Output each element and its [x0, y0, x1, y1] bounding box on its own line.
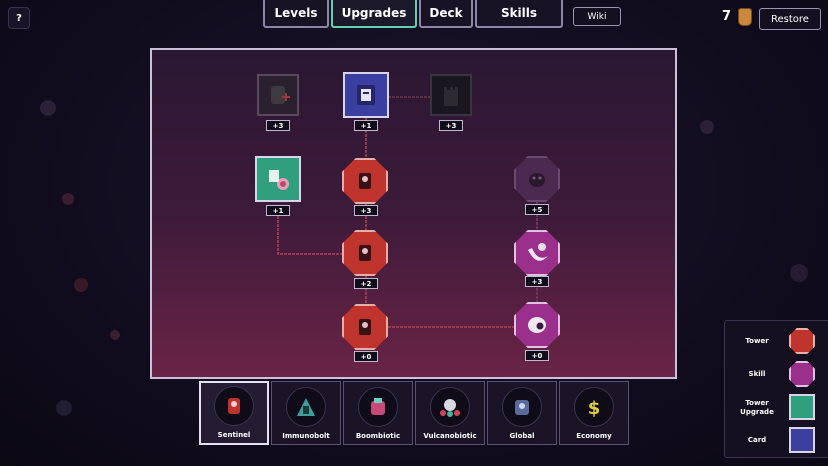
tab-deck[interactable]: Deck [419, 0, 473, 28]
potion-icon [738, 8, 752, 26]
cost-badge: +5 [525, 204, 549, 215]
immunobolt-icon [286, 387, 326, 427]
tab-skills[interactable]: Skills [475, 0, 563, 28]
bg-particle [700, 120, 714, 134]
category-tab-global[interactable]: Global [487, 381, 557, 445]
tree-node-purple-2[interactable] [514, 302, 560, 348]
dollar-icon: $ [574, 387, 614, 427]
cost-badge: +3 [525, 276, 549, 287]
category-label: Economy [576, 432, 612, 440]
boombiotic-icon [358, 387, 398, 427]
legend-label: Skill [748, 370, 766, 378]
tower-upgrade-swatch [789, 394, 815, 420]
tower-icon [342, 158, 388, 204]
cost-badge: +3 [266, 120, 290, 131]
tree-node-red-1[interactable] [342, 158, 388, 204]
category-label: Boombiotic [355, 432, 401, 440]
category-label: Vulcanobiotic [423, 432, 477, 440]
bg-particle [790, 264, 808, 282]
tree-node-red-3[interactable] [342, 304, 388, 350]
vulcanobiotic-icon [430, 387, 470, 427]
castle-icon [430, 74, 472, 116]
wiki-button[interactable]: Wiki [573, 7, 621, 26]
card-swatch [789, 427, 815, 453]
category-tab-economy[interactable]: $ Economy [559, 381, 629, 445]
book-icon [343, 72, 389, 118]
cost-badge: +0 [525, 350, 549, 361]
cost-badge: +3 [439, 120, 463, 131]
legend-row-skill: Skill [725, 358, 828, 390]
tower-icon [342, 304, 388, 350]
skill-swatch [789, 361, 815, 387]
top-tab-bar: Levels Upgrades Deck Skills [263, 0, 565, 28]
tree-node-purple-locked[interactable] [514, 156, 560, 202]
tree-node-book[interactable] [343, 72, 389, 118]
category-label: Immunobolt [282, 432, 330, 440]
bg-particle [40, 100, 56, 116]
beast-icon [514, 156, 560, 202]
cost-badge: +3 [354, 205, 378, 216]
category-tab-boombiotic[interactable]: Boombiotic [343, 381, 413, 445]
legend-row-tower: Tower [725, 325, 828, 357]
tree-node-green[interactable] [255, 156, 301, 202]
bg-particle [56, 400, 72, 416]
ghost-icon [514, 302, 560, 348]
tab-upgrades[interactable]: Upgrades [331, 0, 417, 28]
category-label: Sentinel [217, 431, 251, 439]
restore-button[interactable]: Restore [759, 8, 821, 30]
category-tab-vulcanobiotic[interactable]: Vulcanobiotic [415, 381, 485, 445]
svg-text:$: $ [588, 398, 601, 419]
tree-node-heal[interactable] [257, 74, 299, 116]
tree-node-dark-castle[interactable] [430, 74, 472, 116]
crescent-icon [514, 230, 560, 276]
legend-label: Card [747, 436, 767, 444]
cost-badge: +2 [354, 278, 378, 289]
bg-particle [62, 193, 74, 205]
global-icon [502, 387, 542, 427]
category-tab-bar: Sentinel Immunobolt Boombiotic Vulcanobi… [199, 381, 631, 445]
tower-swatch [789, 328, 815, 354]
bg-particle [74, 278, 88, 292]
legend-label: Tower [745, 337, 769, 345]
node-type-legend: Tower Skill Tower Upgrade Card [724, 320, 828, 458]
sentinel-icon [214, 386, 254, 426]
heal-tower-icon [257, 74, 299, 116]
help-button[interactable]: ? [8, 7, 30, 29]
tree-connectors [277, 96, 538, 328]
legend-label: Tower Upgrade [740, 399, 774, 416]
cost-badge: +1 [354, 120, 378, 131]
bg-particle [110, 330, 120, 340]
cost-badge: +0 [354, 351, 378, 362]
tab-levels[interactable]: Levels [263, 0, 329, 28]
tree-node-red-2[interactable] [342, 230, 388, 276]
legend-row-card: Card [725, 424, 828, 456]
tree-node-purple-1[interactable] [514, 230, 560, 276]
legend-row-tower-upgrade: Tower Upgrade [725, 391, 828, 423]
category-label: Global [509, 432, 535, 440]
cost-badge: +1 [266, 205, 290, 216]
snail-icon [255, 156, 301, 202]
tower-icon [342, 230, 388, 276]
category-tab-sentinel[interactable]: Sentinel [199, 381, 269, 445]
resource-count: 7 [722, 9, 732, 24]
upgrade-tree-panel: +3 +1 +3 +1 +3 +5 +2 +3 +0 +0 [150, 48, 677, 379]
category-tab-immunobolt[interactable]: Immunobolt [271, 381, 341, 445]
